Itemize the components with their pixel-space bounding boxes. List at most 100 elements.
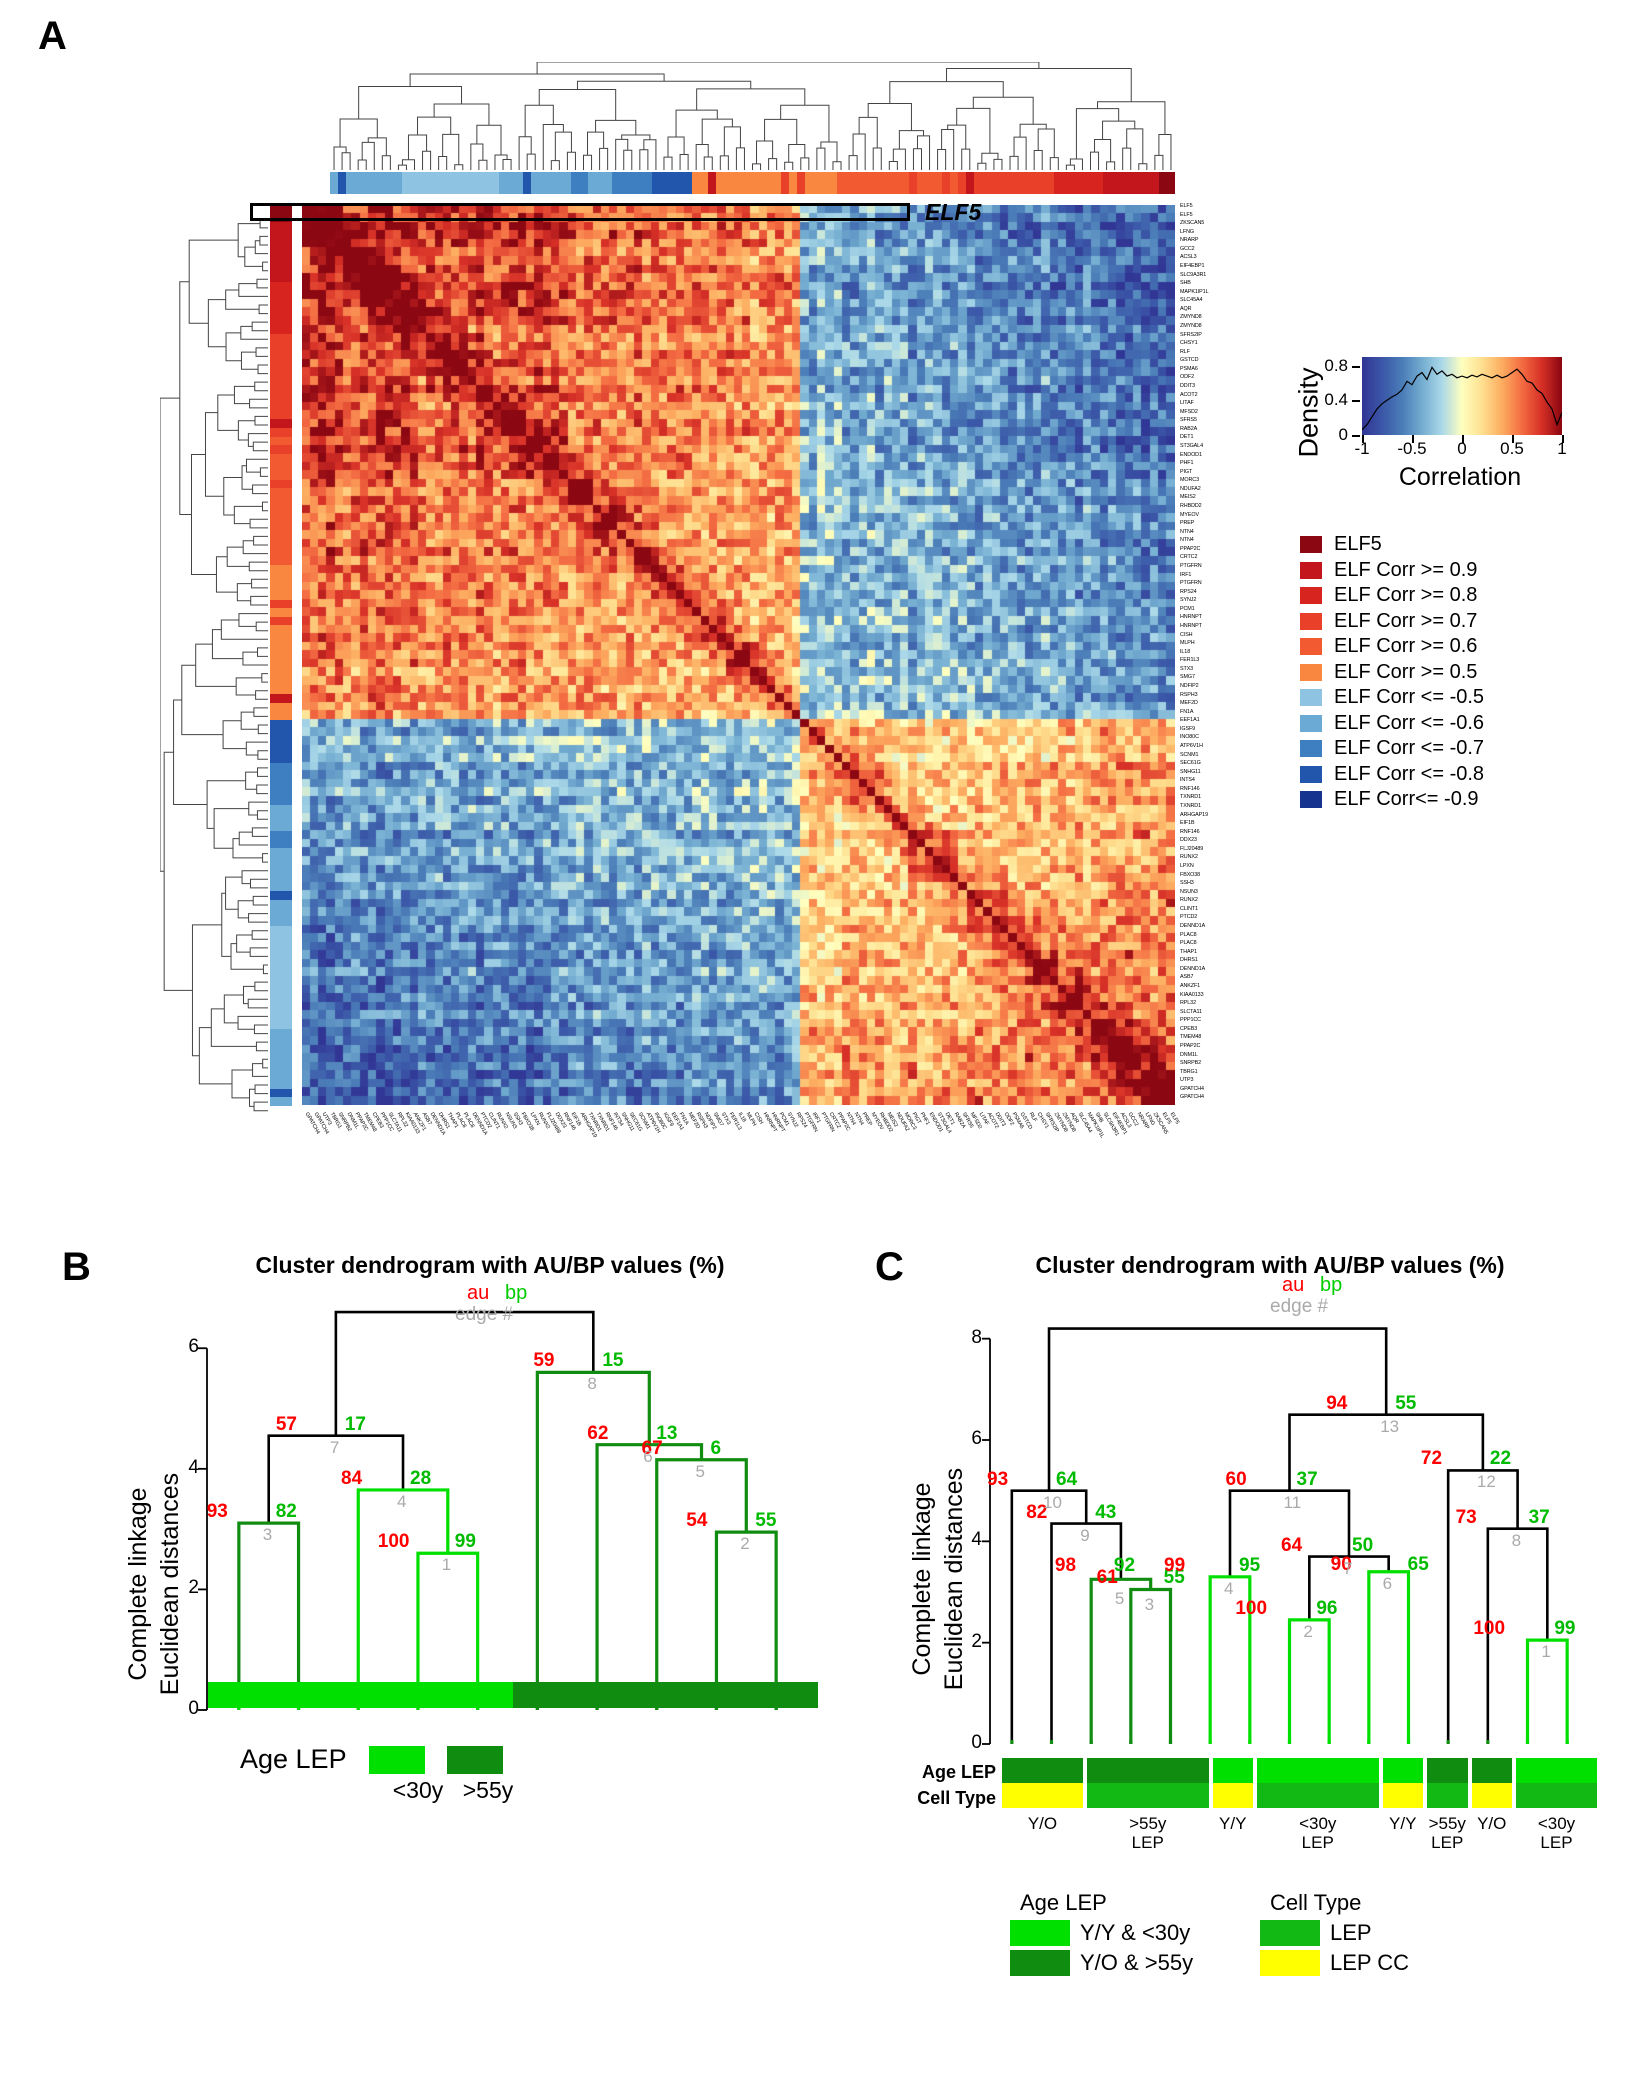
heatmap-row-label: RPL32 — [1180, 1000, 1196, 1007]
heatmap-row-label: SYNJ2 — [1180, 597, 1197, 604]
heatmap-row-label: SCNM1 — [1180, 751, 1199, 758]
column-annotation-cell — [338, 172, 347, 194]
row-annotation-cell — [270, 530, 292, 540]
row-annotation-cell — [270, 659, 292, 669]
row-annotation-cell — [270, 282, 292, 291]
edge-legend-label: edge # — [1270, 1296, 1329, 1317]
legend-label: ELF Corr<= -0.9 — [1334, 788, 1479, 811]
row-annotation-cell — [270, 616, 292, 626]
heatmap-row-label: HNRNPT — [1180, 623, 1202, 629]
column-annotation-cell — [378, 172, 387, 194]
density-axis-label: Density — [1293, 367, 1324, 458]
heatmap-row-label: RUNX2 — [1180, 897, 1198, 904]
row-annotation-cell — [270, 762, 292, 772]
au-value: 64 — [1281, 1534, 1303, 1556]
celltype-cell — [1471, 1783, 1512, 1808]
density-y-tickmark — [1352, 365, 1360, 368]
heatmap-row-label: SLC9A3R1 — [1180, 271, 1207, 278]
column-annotation-cell — [410, 172, 419, 194]
row-annotation-cell — [270, 385, 292, 394]
legend-label: ELF Corr <= -0.7 — [1334, 737, 1485, 760]
column-annotation-cell — [981, 172, 990, 194]
panel-c-legend: Age LEP Y/Y & <30y Y/O & >55y Cell Type L… — [1010, 1890, 1610, 1976]
au-value: 99 — [1164, 1554, 1186, 1576]
row-annotation-cell — [270, 1088, 292, 1098]
edge-number: 2 — [740, 1534, 750, 1554]
au-value: 98 — [1054, 1555, 1077, 1577]
row-annotation-cell — [270, 693, 292, 703]
legend-label: ELF Corr >= 0.9 — [1334, 558, 1478, 581]
celltype-row — [1212, 1783, 1253, 1808]
edge-number: 5 — [1114, 1589, 1125, 1609]
elf5-highlight-box — [250, 203, 910, 221]
column-annotation-cell — [764, 172, 773, 194]
column-annotation-cell — [1118, 172, 1127, 194]
bp-legend-label: bp — [1320, 1274, 1343, 1296]
column-annotation-cell — [587, 172, 596, 194]
panel-c-legend-age-title: Age LEP — [1020, 1890, 1107, 1915]
density-x-tickmark — [1462, 435, 1464, 443]
legend-row: LEP — [1260, 1920, 1510, 1946]
age-row — [1212, 1758, 1253, 1783]
heatmap-row-label: TXNRD1 — [1180, 794, 1201, 801]
panel-b-title: Cluster dendrogram with AU/BP values (%) — [255, 1252, 725, 1278]
column-annotation-cell — [877, 172, 886, 194]
annotation-group — [1471, 1758, 1512, 1810]
correlation-axis-label: Correlation — [1398, 463, 1522, 491]
row-annotation-cell — [270, 393, 292, 403]
row-dendrogram — [160, 218, 268, 1112]
column-annotation-cell — [917, 172, 926, 194]
group-label: >55y LEP — [1428, 1814, 1466, 1852]
age-row — [1382, 1758, 1423, 1783]
age-cell — [1516, 1758, 1557, 1783]
column-annotation-cell — [515, 172, 524, 194]
celltype-cell — [1427, 1783, 1468, 1808]
annotation-group — [1002, 1758, 1083, 1810]
row-annotation-cell — [270, 265, 292, 274]
annotation-group — [1257, 1758, 1379, 1810]
age-row — [1257, 1758, 1379, 1783]
column-annotation-cell — [1086, 172, 1095, 194]
column-annotation-cell — [965, 172, 974, 194]
row-annotation-cell — [270, 1071, 292, 1080]
heatmap-row-label: IL18 — [1180, 648, 1191, 655]
legend-swatch — [1260, 1920, 1320, 1946]
column-annotation-cell — [949, 172, 958, 194]
column-annotation-cell — [708, 172, 717, 194]
column-annotation-cell — [434, 172, 443, 194]
legend-swatch — [1300, 791, 1322, 809]
row-annotation-cell — [270, 728, 292, 737]
row-annotation-cell — [270, 959, 292, 969]
legend-row: ELF Corr >= 0.6 — [1300, 634, 1630, 660]
column-annotation-cell — [498, 172, 508, 194]
column-annotation-cell — [555, 172, 564, 194]
age-legend-swatch — [368, 1745, 425, 1774]
celltype-row — [1002, 1783, 1083, 1808]
heatmap-row-labels: ELF5 ELF5 ZKSCAN5 LFNG NRARP GCC2 ACSL3 EIF4EBP… — [1180, 203, 1270, 1115]
heatmap-row-label: ELF5 — [1180, 203, 1193, 209]
heatmap-row-label: ENDOD1 — [1180, 451, 1202, 458]
panel-c-group-labels: Y/O >55y LEP Y/Y <30y LEP Y/Y >55y LEP Y/O <30y… — [1002, 1814, 1597, 1864]
celltype-cell — [1042, 1783, 1083, 1808]
column-annotation-cell — [579, 172, 588, 194]
column-annotation-cell — [957, 172, 966, 194]
legend-label: ELF5 — [1334, 533, 1382, 556]
panel-c-legend-cell: Cell Type LEP LEP CC — [1260, 1890, 1510, 1976]
legend-label: ELF Corr >= 0.8 — [1334, 584, 1478, 607]
heatmap-row-label: SMG7 — [1180, 674, 1195, 681]
column-annotation-cell — [482, 172, 491, 194]
celltype-cell — [1212, 1783, 1253, 1808]
column-annotation-cell — [925, 172, 934, 194]
legend-row: ELF Corr >= 0.5 — [1300, 660, 1630, 686]
row-annotation-cell — [270, 968, 292, 978]
column-annotation-cell — [466, 172, 475, 194]
row-annotation-cell — [270, 428, 292, 437]
celltype-row — [1257, 1783, 1379, 1808]
bp-legend-label: bp — [505, 1282, 528, 1304]
heatmap-row-label: ZMYND8 — [1180, 314, 1202, 321]
heatmap-row-label: PCM1 — [1180, 605, 1195, 612]
column-annotation-cell — [643, 172, 652, 194]
bp-value: 17 — [344, 1413, 366, 1435]
column-annotation-cell — [659, 172, 668, 194]
row-annotation-cell — [270, 908, 292, 917]
